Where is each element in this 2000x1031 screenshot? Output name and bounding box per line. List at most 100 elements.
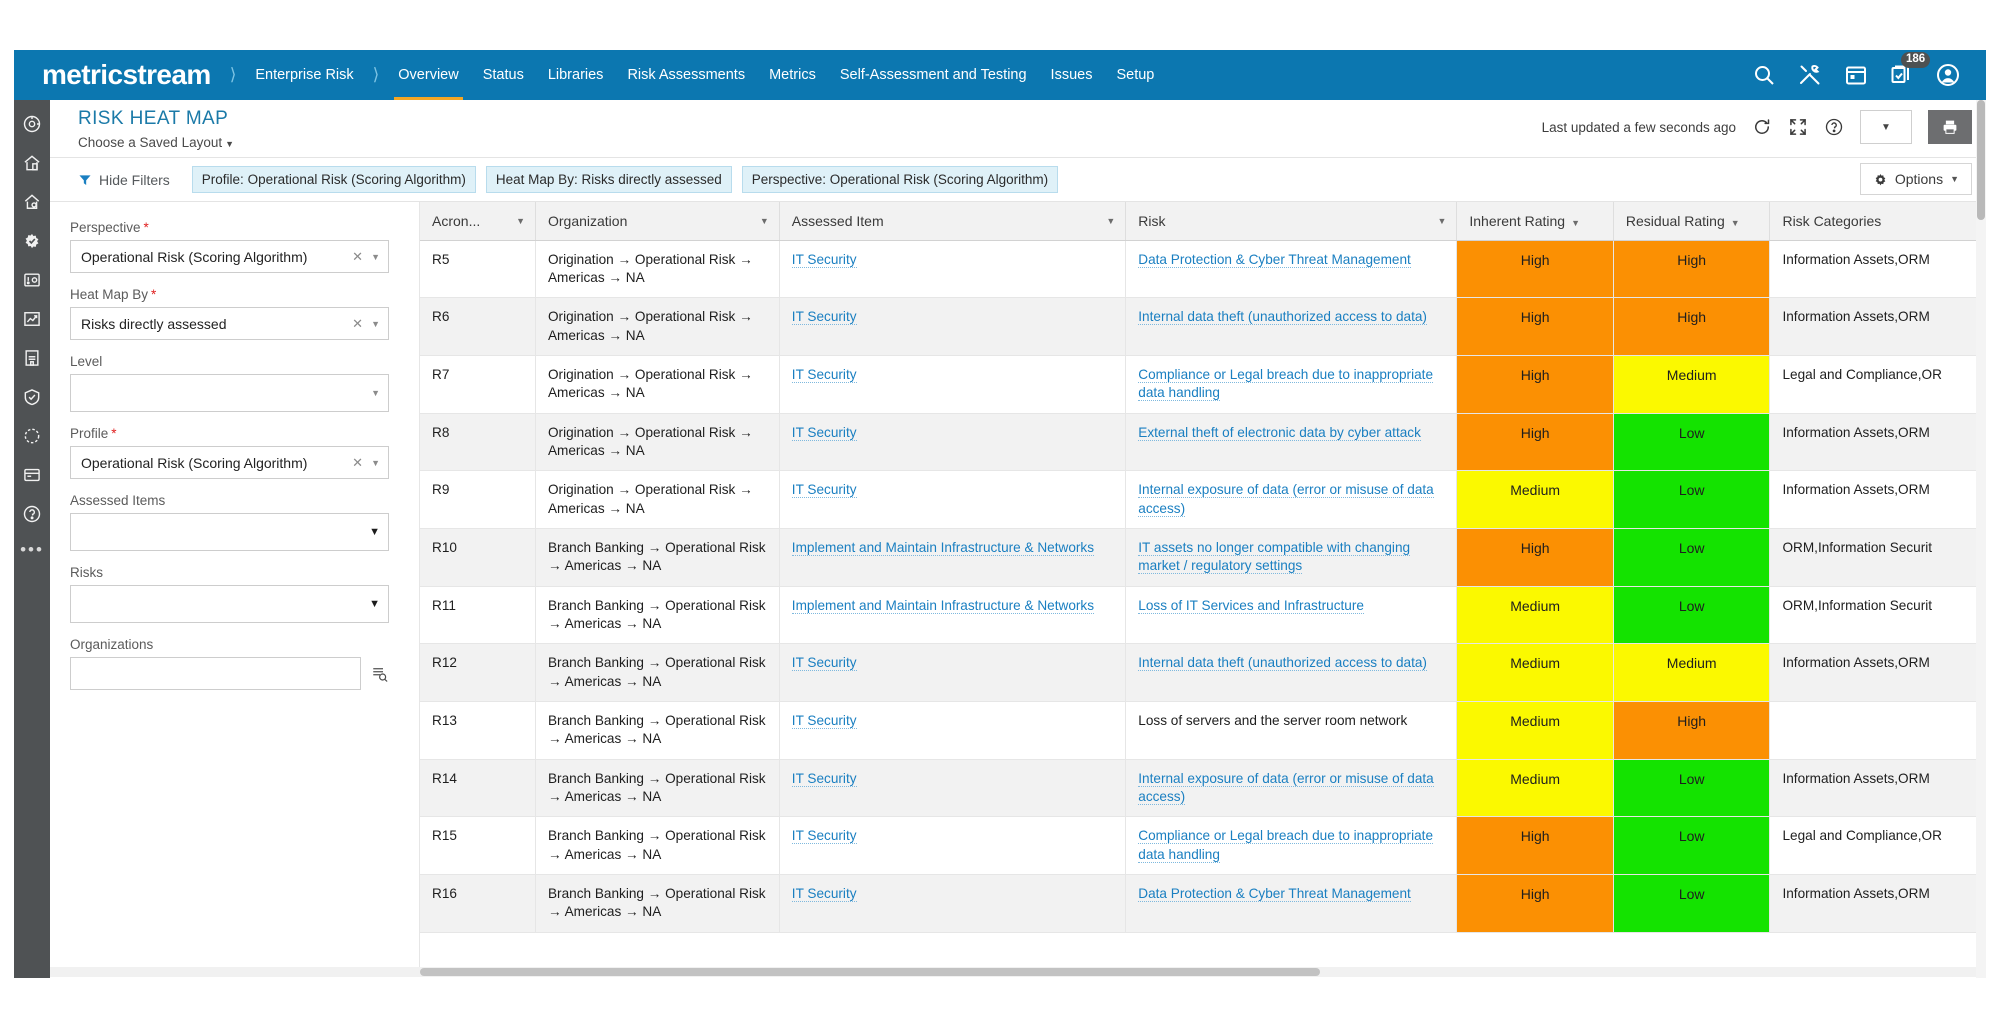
chevron-down-icon[interactable]: ▼ [1571, 218, 1580, 228]
column-header-organization[interactable]: Organization ▼ [535, 202, 780, 241]
table-row[interactable]: R7 Origination → Operational Risk → Ameri… [420, 355, 1986, 414]
lookup-search-icon[interactable] [371, 665, 389, 683]
filter-chip-heat-map-by[interactable]: Heat Map By: Risks directly assessed [485, 166, 732, 193]
nav-item-overview[interactable]: Overview [386, 50, 470, 100]
assessed-item-link[interactable]: IT Security [791, 482, 857, 499]
home-risk-icon[interactable] [22, 153, 42, 173]
table-row[interactable]: R13 Branch Banking → Operational Risk → A… [420, 701, 1986, 760]
risk-link[interactable]: Internal data theft (unauthorized access… [1138, 309, 1427, 326]
table-row[interactable]: R10 Branch Banking → Operational Risk → A… [420, 528, 1986, 587]
chevron-down-icon[interactable]: ▼ [371, 458, 380, 468]
chevron-down-icon[interactable]: ▼ [371, 252, 380, 262]
assessed-item-link[interactable]: IT Security [791, 424, 857, 441]
column-header-residual-rating[interactable]: Residual Rating ▼ [1613, 202, 1771, 241]
table-row[interactable]: R11 Branch Banking → Operational Risk → A… [420, 586, 1986, 645]
refresh-cycle-icon[interactable] [22, 426, 42, 446]
table-row[interactable]: R12 Branch Banking → Operational Risk → A… [420, 643, 1986, 702]
level-select[interactable]: ▼ [70, 374, 389, 412]
risk-link[interactable]: Internal exposure of data (error or misu… [1138, 770, 1434, 806]
nav-item-status[interactable]: Status [471, 50, 536, 100]
risk-link[interactable]: Data Protection & Cyber Threat Managemen… [1138, 886, 1411, 903]
assessed-item-link[interactable]: IT Security [791, 713, 857, 729]
column-header-inherent-rating[interactable]: Inherent Rating ▼ [1456, 202, 1614, 241]
table-row[interactable]: R8 Origination → Operational Risk → Ameri… [420, 413, 1986, 472]
tasks-icon[interactable]: 186 [1890, 52, 1931, 87]
heat-map-by-select[interactable]: Risks directly assessed ✕ ▼ [70, 307, 389, 340]
tools-icon[interactable] [1798, 63, 1822, 87]
assessment-icon[interactable] [22, 270, 42, 290]
saved-layout-dropdown[interactable]: Choose a Saved Layout ▼ [78, 135, 234, 150]
help-circle-icon[interactable] [1824, 117, 1844, 137]
nav-item-metrics[interactable]: Metrics [757, 50, 828, 100]
assessed-item-link[interactable]: IT Security [791, 828, 857, 845]
risk-link[interactable]: Internal data theft (unauthorized access… [1138, 655, 1427, 672]
chevron-down-icon[interactable]: ▼ [516, 216, 525, 226]
nav-item-setup[interactable]: Setup [1104, 50, 1166, 100]
heat-map-table-wrapper[interactable]: Acron... ▼ Organization ▼ Assessed Item ▼ R… [420, 202, 1986, 977]
header-dropdown-button[interactable]: ▼ [1860, 110, 1912, 144]
archive-icon[interactable] [22, 465, 42, 485]
nav-item-self-assessment-and-testing[interactable]: Self-Assessment and Testing [828, 50, 1039, 100]
chevron-down-icon[interactable]: ▼ [371, 388, 380, 398]
assessed-item-link[interactable]: IT Security [791, 309, 857, 326]
assessed-item-link[interactable]: IT Security [791, 886, 857, 903]
dashboard-icon[interactable] [22, 114, 42, 134]
risk-link[interactable]: Data Protection & Cyber Threat Managemen… [1138, 251, 1411, 268]
assessed-item-link[interactable]: IT Security [791, 251, 857, 268]
fullscreen-icon[interactable] [1788, 117, 1808, 137]
assessed-item-link[interactable]: IT Security [791, 366, 857, 383]
assessed-item-link[interactable]: IT Security [791, 770, 857, 787]
chevron-down-icon[interactable]: ▼ [1437, 216, 1446, 226]
chevron-down-icon[interactable]: ▼ [369, 526, 380, 538]
options-button[interactable]: Options ▼ [1859, 163, 1972, 195]
column-header-risk[interactable]: Risk ▼ [1125, 202, 1458, 241]
scroll-thumb[interactable] [420, 968, 1320, 976]
table-row[interactable]: R6 Origination → Operational Risk → Ameri… [420, 297, 1986, 356]
clear-icon[interactable]: ✕ [352, 249, 363, 265]
risk-link[interactable]: Compliance or Legal breach due to inappr… [1138, 828, 1434, 863]
column-header-acronym[interactable]: Acron... ▼ [420, 202, 536, 241]
chevron-down-icon[interactable]: ▼ [369, 598, 380, 610]
chevron-down-icon[interactable]: ▼ [1731, 218, 1740, 228]
hide-filters-toggle[interactable]: Hide Filters [78, 172, 170, 188]
search-icon[interactable] [1752, 63, 1776, 87]
table-row[interactable]: R16 Branch Banking → Operational Risk → A… [420, 874, 1986, 933]
building-icon[interactable] [22, 348, 42, 368]
chart-trend-icon[interactable] [22, 309, 42, 329]
clear-icon[interactable]: ✕ [352, 316, 363, 332]
filter-chip-profile[interactable]: Profile: Operational Risk (Scoring Algor… [191, 166, 476, 193]
risk-icon[interactable] [22, 192, 42, 212]
table-row[interactable]: R5 Origination → Operational Risk → Ameri… [420, 240, 1986, 299]
nav-item-issues[interactable]: Issues [1039, 50, 1105, 100]
print-button[interactable] [1928, 110, 1972, 144]
column-header-assessed-item[interactable]: Assessed Item ▼ [779, 202, 1127, 241]
refresh-icon[interactable] [1752, 117, 1772, 137]
nav-breadcrumb-enterprise-risk[interactable]: Enterprise Risk [243, 50, 365, 100]
table-row[interactable]: R9 Origination → Operational Risk → Ameri… [420, 470, 1986, 529]
nav-item-risk-assessments[interactable]: Risk Assessments [615, 50, 757, 100]
brand-logo[interactable]: metricstream [42, 59, 211, 91]
risk-link[interactable]: Internal exposure of data (error or misu… [1138, 482, 1434, 517]
gear-check-icon[interactable] [22, 231, 42, 251]
filter-chip-perspective[interactable]: Perspective: Operational Risk (Scoring A… [741, 166, 1059, 193]
assessed-item-link[interactable]: IT Security [791, 655, 857, 672]
risk-link[interactable]: Compliance or Legal breach due to inappr… [1138, 366, 1434, 402]
calendar-icon[interactable] [1844, 63, 1868, 87]
rail-more-icon[interactable]: ••• [20, 541, 44, 558]
profile-select[interactable]: Operational Risk (Scoring Algorithm) ✕ ▼ [70, 446, 389, 479]
shield-icon[interactable] [22, 387, 42, 407]
clear-icon[interactable]: ✕ [352, 455, 363, 471]
organizations-input[interactable] [70, 657, 361, 690]
chevron-down-icon[interactable]: ▼ [1106, 216, 1115, 226]
table-horizontal-scrollbar[interactable] [50, 967, 1986, 977]
risks-select[interactable]: ▼ [70, 585, 389, 623]
risk-link[interactable]: External theft of electronic data by cyb… [1138, 424, 1421, 441]
risk-link[interactable]: IT assets no longer compatible with chan… [1138, 539, 1411, 575]
help-icon[interactable] [22, 504, 42, 524]
nav-item-libraries[interactable]: Libraries [536, 50, 616, 100]
assessed-items-select[interactable]: ▼ [70, 513, 389, 551]
scroll-thumb[interactable] [1977, 100, 1985, 220]
risk-link[interactable]: Loss of IT Services and Infrastructure [1138, 597, 1364, 614]
table-row[interactable]: R14 Branch Banking → Operational Risk → A… [420, 759, 1986, 818]
chevron-down-icon[interactable]: ▼ [760, 216, 769, 226]
